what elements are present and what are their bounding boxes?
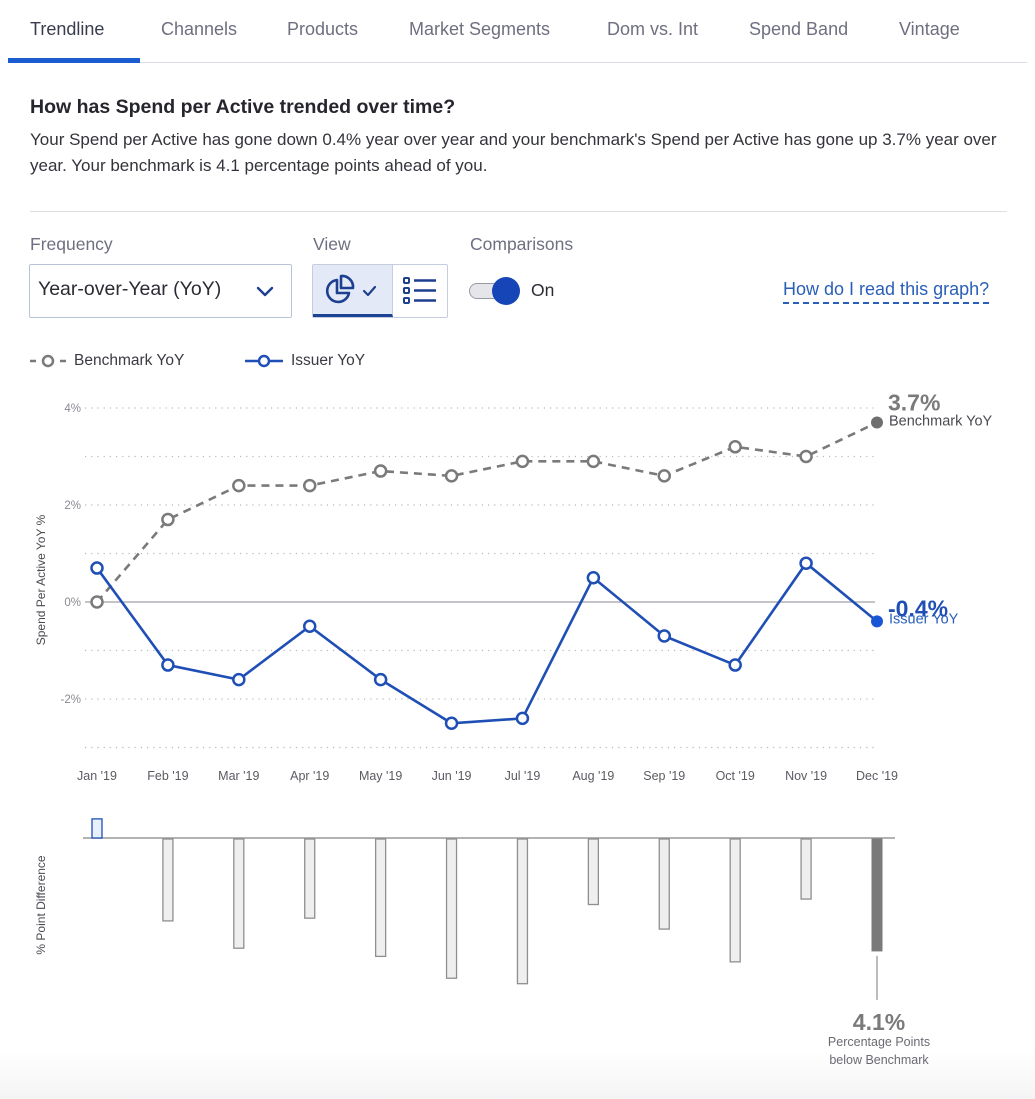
chart-view-button[interactable] [313, 265, 393, 317]
x-tick-label: Jan '19 [77, 769, 117, 783]
issuer-point[interactable] [302, 619, 317, 633]
difference-bar[interactable] [162, 838, 174, 922]
frequency-select[interactable]: Year-over-Year (YoY) [29, 264, 292, 318]
benchmark-point[interactable] [515, 454, 530, 469]
tab-spend-band[interactable]: Spend Band [749, 19, 848, 40]
issuer-point[interactable] [657, 629, 672, 643]
list-view-button[interactable] [394, 265, 447, 317]
benchmark-point[interactable] [871, 416, 883, 429]
difference-bar[interactable] [658, 838, 670, 930]
issuer-point[interactable] [586, 571, 601, 585]
difference-bar[interactable] [304, 838, 316, 919]
y-axis-label: Spend Per Active YoY % [34, 514, 48, 645]
x-tick-label: Mar '19 [218, 769, 259, 783]
x-tick-label: Aug '19 [572, 769, 614, 783]
benchmark-point[interactable] [799, 449, 813, 464]
difference-bar-chart: % Point Difference 4.1% Percentage Point… [34, 818, 930, 1067]
issuer-line [95, 561, 878, 725]
benchmark-point[interactable] [373, 464, 388, 478]
chevron-down-icon [256, 286, 274, 297]
x-tick-label: Oct '19 [716, 769, 755, 783]
difference-bar[interactable] [516, 838, 529, 985]
frequency-value: Year-over-Year (YoY) [38, 278, 222, 300]
x-tick-label: Feb '19 [147, 769, 188, 783]
benchmark-line [96, 421, 878, 603]
benchmark-point[interactable] [586, 454, 601, 469]
difference-bar[interactable] [445, 838, 458, 979]
summary-text: Your Spend per Active has gone down 0.4%… [30, 130, 997, 175]
issuer-point[interactable] [373, 672, 388, 687]
legend-label-issuer: Issuer YoY [291, 352, 366, 369]
benchmark-end-value: 3.7% [888, 390, 940, 416]
x-tick-label: Dec '19 [856, 769, 898, 783]
difference-bar[interactable] [233, 838, 245, 949]
issuer-point[interactable] [728, 658, 742, 672]
x-tick-label: Apr '19 [290, 769, 329, 783]
issuer-end-label: Issuer YoY [889, 611, 959, 627]
comparisons-label: Comparisons [470, 234, 574, 254]
benchmark-point[interactable] [657, 469, 672, 483]
benchmark-point[interactable] [161, 512, 175, 527]
tab-products[interactable]: Products [287, 19, 358, 40]
bar-y-axis-label: % Point Difference [34, 855, 48, 954]
difference-bar[interactable] [587, 838, 600, 906]
legend-item-issuer: Issuer YoY [245, 352, 365, 370]
comparisons-state: On [531, 280, 555, 300]
difference-value: 4.1% [853, 1009, 905, 1035]
comparisons-toggle[interactable] [469, 277, 521, 305]
benchmark-point[interactable] [232, 478, 246, 493]
y-tick-label: 0% [64, 597, 81, 609]
y-tick-label: -2% [61, 694, 81, 706]
page-title: How has Spend per Active trended over ti… [30, 96, 456, 118]
difference-bar[interactable] [729, 838, 741, 963]
x-tick-label: Nov '19 [785, 769, 827, 783]
issuer-point[interactable] [161, 658, 175, 672]
pie-chart-icon [325, 274, 377, 304]
issuer-point[interactable] [871, 615, 883, 628]
legend-label-benchmark: Benchmark YoY [74, 352, 185, 369]
benchmark-point[interactable] [444, 469, 459, 483]
tab-dom-vs-int[interactable]: Dom vs. Int [607, 19, 698, 40]
benchmark-point[interactable] [90, 595, 104, 609]
active-tab-indicator [8, 58, 140, 63]
tab-trendline[interactable]: Trendline [30, 19, 104, 40]
y-tick-label: 4% [64, 403, 81, 415]
benchmark-point[interactable] [302, 478, 317, 493]
tab-channels[interactable]: Channels [161, 19, 237, 40]
issuer-point[interactable] [799, 556, 813, 570]
difference-bar[interactable] [374, 838, 387, 958]
x-tick-label: Jun '19 [432, 769, 472, 783]
difference-bar[interactable] [871, 838, 883, 952]
difference-caption-line2: below Benchmark [829, 1053, 929, 1067]
view-toggle [312, 264, 448, 318]
tab-vintage[interactable]: Vintage [899, 19, 960, 40]
toggle-knob [492, 277, 520, 305]
divider [30, 211, 1007, 212]
issuer-point[interactable] [444, 716, 459, 730]
benchmark-point[interactable] [728, 440, 742, 454]
tab-market-segments[interactable]: Market Segments [409, 19, 550, 40]
x-tick-label: Sep '19 [643, 769, 685, 783]
benchmark-end-label: Benchmark YoY [889, 414, 993, 430]
frequency-label: Frequency [30, 234, 113, 254]
view-label: View [313, 234, 351, 254]
line-chart: 4% 2% 0% -2% Jan '19 Feb '19 Mar '19 Apr '19 Ma… [34, 390, 993, 783]
how-to-read-graph-link[interactable]: How do I read this graph? [783, 279, 990, 304]
issuer-point[interactable] [232, 672, 246, 687]
difference-bar[interactable] [91, 818, 103, 839]
legend-item-benchmark: Benchmark YoY [30, 352, 184, 370]
x-tick-label: May '19 [359, 769, 402, 783]
tab-bar: Trendline Channels Products Market Segme… [8, 0, 1027, 63]
issuer-point[interactable] [90, 561, 104, 575]
difference-caption-line1: Percentage Points [828, 1035, 930, 1049]
issuer-legend-icon [245, 354, 283, 368]
list-icon [403, 277, 436, 304]
x-tick-label: Jul '19 [505, 769, 541, 783]
difference-bar[interactable] [800, 838, 812, 900]
benchmark-legend-icon [30, 354, 66, 368]
y-tick-label: 2% [64, 500, 81, 512]
issuer-point[interactable] [515, 711, 530, 726]
